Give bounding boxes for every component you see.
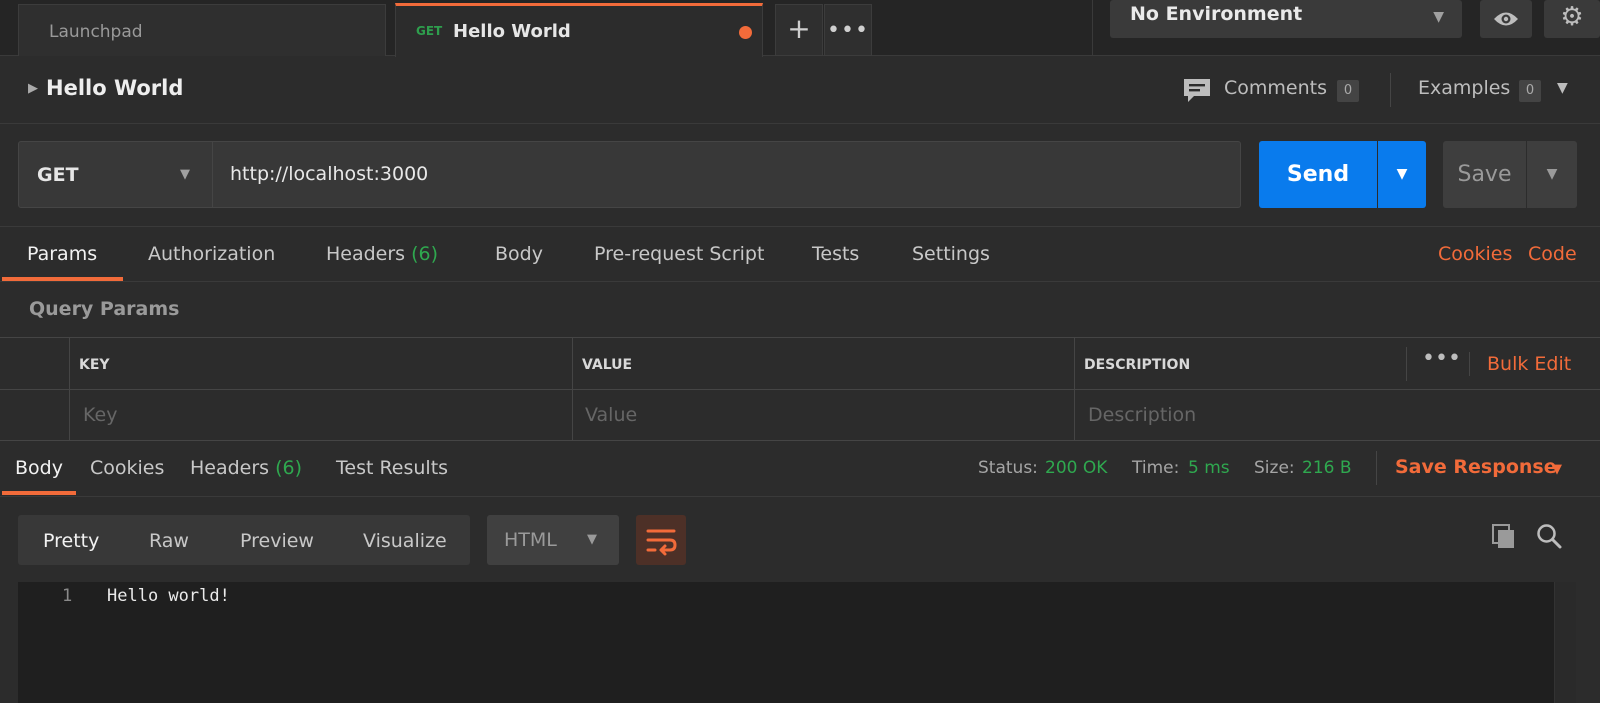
environment-select-value: No Environment — [1130, 3, 1303, 25]
response-tab-test-results[interactable]: Test Results — [336, 457, 448, 479]
view-mode-group: Pretty Raw Preview Visualize — [18, 515, 470, 565]
tab-bar: Launchpad GET Hello World + ••• No Envir… — [0, 0, 1600, 57]
divider — [1092, 0, 1093, 56]
divider — [1376, 451, 1377, 485]
tab-headers-count: (6) — [411, 243, 439, 265]
view-mode-pretty[interactable]: Pretty — [43, 530, 99, 552]
view-mode-preview[interactable]: Preview — [240, 530, 314, 552]
caret-right-icon[interactable]: ▶ — [28, 81, 38, 96]
tab-prerequest-script[interactable]: Pre-request Script — [594, 243, 764, 265]
tab-hello-world-label: Hello World — [453, 21, 571, 42]
query-params-heading: Query Params — [29, 298, 180, 320]
column-header-description: DESCRIPTION — [1084, 357, 1191, 373]
wrap-lines-icon — [646, 529, 677, 556]
active-tab-indicator — [2, 277, 123, 281]
chevron-down-icon[interactable]: ▼ — [1557, 80, 1568, 96]
method-select-value: GET — [37, 164, 79, 186]
column-header-key: KEY — [79, 357, 110, 373]
language-select-value: HTML — [504, 529, 557, 551]
bulk-edit-link[interactable]: Bulk Edit — [1487, 353, 1571, 375]
language-select[interactable]: HTML ▼ — [487, 515, 619, 565]
response-body-editor[interactable] — [18, 582, 1554, 703]
tab-headers[interactable]: Headers (6) — [326, 243, 438, 265]
manage-environments-button[interactable]: ⚙ — [1544, 0, 1600, 38]
status-value[interactable]: 200 OK — [1045, 458, 1107, 478]
response-body-text: Hello world! — [107, 586, 230, 606]
comment-icon[interactable] — [1182, 77, 1212, 103]
method-select[interactable]: GET ▼ — [18, 141, 213, 208]
chevron-down-icon: ▼ — [587, 532, 597, 547]
unsaved-dot-icon — [739, 26, 752, 39]
send-button[interactable]: Send — [1259, 141, 1377, 208]
save-options-button[interactable]: ▼ — [1527, 141, 1577, 208]
request-title-row: ▶ Hello World Comments 0 Examples 0 ▼ — [0, 57, 1600, 124]
line-number: 1 — [62, 586, 73, 606]
comments-count-badge: 0 — [1337, 80, 1359, 102]
cookies-link[interactable]: Cookies — [1438, 243, 1512, 265]
response-tab-headers[interactable]: Headers (6) — [190, 457, 302, 479]
response-tab-body[interactable]: Body — [15, 457, 63, 479]
environment-select[interactable]: No Environment ▼ — [1110, 0, 1462, 38]
url-input-value: http://localhost:3000 — [230, 163, 429, 185]
new-tab-button[interactable]: + — [775, 4, 823, 56]
param-value-input[interactable]: Value — [585, 404, 637, 426]
column-header-value: VALUE — [582, 357, 633, 373]
examples-button[interactable]: Examples — [1418, 77, 1510, 99]
chevron-down-icon: ▼ — [1396, 166, 1408, 182]
chevron-down-icon[interactable]: ▼ — [1552, 462, 1562, 477]
size-value[interactable]: 216 B — [1302, 458, 1352, 478]
tab-hello-world[interactable]: GET Hello World — [395, 3, 763, 57]
view-mode-visualize[interactable]: Visualize — [363, 530, 447, 552]
more-icon: ••• — [827, 18, 869, 43]
request-tabs: Params Authorization Headers (6) Body Pr… — [0, 226, 1600, 282]
response-tab-headers-label: Headers — [190, 457, 270, 479]
active-tab-indicator — [2, 491, 76, 495]
tab-authorization[interactable]: Authorization — [148, 243, 275, 265]
tab-launchpad-label: Launchpad — [49, 22, 143, 42]
tab-settings[interactable]: Settings — [912, 243, 990, 265]
view-mode-raw[interactable]: Raw — [149, 530, 189, 552]
tab-headers-label: Headers — [326, 243, 406, 265]
gear-icon: ⚙ — [1560, 2, 1584, 32]
chevron-down-icon: ▼ — [1433, 9, 1444, 25]
tab-options-button[interactable]: ••• — [824, 4, 872, 56]
tab-params[interactable]: Params — [27, 243, 97, 265]
query-params-table: KEY VALUE DESCRIPTION ••• Bulk Edit Key … — [0, 337, 1600, 441]
send-options-button[interactable]: ▼ — [1378, 141, 1426, 208]
save-button[interactable]: Save — [1443, 141, 1526, 208]
param-description-input[interactable]: Description — [1088, 404, 1196, 426]
divider — [1390, 73, 1391, 107]
tab-launchpad[interactable]: Launchpad — [18, 4, 386, 56]
request-title[interactable]: Hello World — [46, 76, 183, 100]
response-tab-cookies[interactable]: Cookies — [90, 457, 164, 479]
tab-method-badge: GET — [416, 24, 443, 38]
environment-quick-look-button[interactable] — [1480, 0, 1532, 38]
response-tabs: Body Cookies Headers (6) Test Results St… — [0, 441, 1600, 497]
size-label: Size: — [1254, 458, 1295, 478]
time-value[interactable]: 5 ms — [1188, 458, 1230, 478]
wrap-lines-button[interactable] — [636, 515, 686, 565]
plus-icon: + — [787, 12, 811, 45]
chevron-down-icon: ▼ — [180, 167, 190, 182]
eye-icon — [1494, 12, 1518, 26]
chevron-down-icon: ▼ — [1546, 166, 1558, 182]
more-icon[interactable]: ••• — [1422, 346, 1461, 371]
param-key-input[interactable]: Key — [83, 404, 117, 426]
tab-tests[interactable]: Tests — [812, 243, 859, 265]
url-input[interactable]: http://localhost:3000 — [213, 141, 1241, 208]
row-divider — [0, 389, 1600, 390]
divider — [1469, 352, 1470, 376]
comments-button[interactable]: Comments — [1224, 77, 1327, 99]
save-response-button[interactable]: Save Response — [1395, 456, 1557, 478]
status-label: Status: — [978, 458, 1038, 478]
response-tab-headers-count: (6) — [275, 457, 303, 479]
examples-count-badge: 0 — [1519, 80, 1541, 102]
copy-icon[interactable] — [1490, 522, 1518, 550]
tab-body[interactable]: Body — [495, 243, 543, 265]
search-icon[interactable] — [1535, 522, 1563, 550]
code-link[interactable]: Code — [1528, 243, 1577, 265]
divider — [1406, 347, 1407, 381]
editor-scrollbar[interactable] — [1554, 582, 1576, 703]
time-label: Time: — [1132, 458, 1180, 478]
